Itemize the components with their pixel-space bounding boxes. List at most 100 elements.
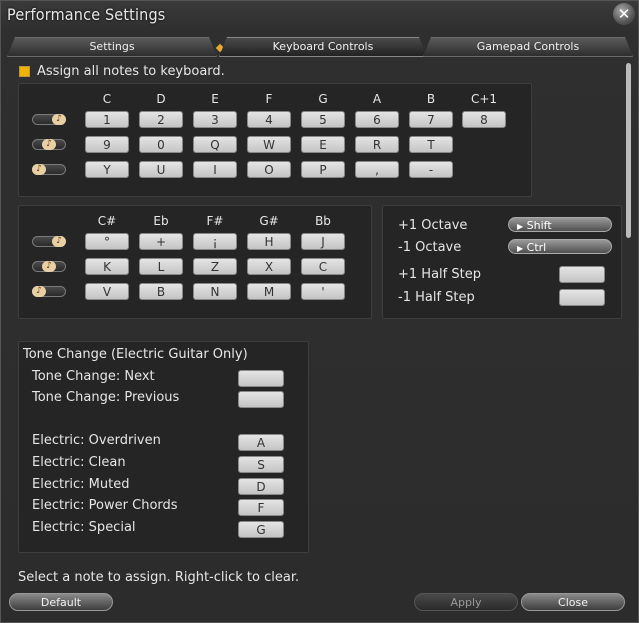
note-key-1-4[interactable]: E — [301, 136, 345, 153]
sharp-key-1-3[interactable]: X — [247, 258, 291, 275]
octave-down-key-button[interactable]: ▶ Ctrl — [508, 239, 612, 254]
note-key-2-0[interactable]: Y — [85, 161, 129, 178]
music-note-icon: ♪ — [52, 114, 66, 125]
tab-bar: Settings Keyboard Controls Gamepad Contr… — [7, 37, 632, 57]
music-note-icon: ♪ — [52, 236, 66, 247]
half-step-down-key[interactable] — [559, 289, 605, 306]
tone-item-label: Electric: Clean — [32, 455, 126, 470]
note-header-4: G — [318, 92, 328, 106]
note-key-2-6[interactable]: - — [409, 161, 453, 178]
sharp-key-1-4[interactable]: C — [301, 258, 345, 275]
tone-change-title: Tone Change (Electric Guitar Only) — [23, 347, 248, 362]
octave-panel: +1 Octave ▶ Shift -1 Octave ▶ Ctrl +1 Ha… — [382, 205, 622, 319]
sharp-key-2-0[interactable]: V — [85, 283, 129, 300]
tone-item-label: Tone Change: Next — [32, 369, 155, 384]
tab-keyboard-controls[interactable]: Keyboard Controls — [219, 37, 427, 57]
tone-item-key[interactable]: S — [238, 456, 284, 473]
note-header-6: B — [426, 92, 436, 106]
window-title: Performance Settings — [7, 5, 166, 24]
triangle-right-icon: ▶ — [517, 222, 524, 231]
note-key-0-7[interactable]: 8 — [462, 111, 506, 128]
note-key-2-4[interactable]: P — [301, 161, 345, 178]
sharp-key-0-2[interactable]: ¡ — [193, 233, 237, 250]
note-key-2-5[interactable]: , — [355, 161, 399, 178]
tone-item-key[interactable]: F — [238, 499, 284, 516]
sharp-header-2: F# — [206, 214, 224, 228]
sharp-key-2-3[interactable]: M — [247, 283, 291, 300]
sharp-header-0: C# — [97, 214, 117, 228]
tone-item-key[interactable]: A — [238, 434, 284, 451]
note-key-1-3[interactable]: W — [247, 136, 291, 153]
sharp-key-0-3[interactable]: H — [247, 233, 291, 250]
music-note-icon: ♪ — [42, 261, 56, 272]
note-key-2-1[interactable]: U — [139, 161, 183, 178]
note-header-0: C — [102, 92, 112, 106]
sharp-key-0-4[interactable]: J — [301, 233, 345, 250]
half-step-up-key[interactable] — [559, 266, 605, 283]
note-key-0-2[interactable]: 3 — [193, 111, 237, 128]
sharp-key-0-0[interactable]: ° — [85, 233, 129, 250]
status-text: Select a note to assign. Right-click to … — [18, 570, 300, 585]
tone-item-key[interactable]: D — [238, 478, 284, 495]
triangle-right-icon: ▶ — [517, 244, 524, 253]
performance-settings-window: Performance Settings ✕ Settings Keyboard… — [0, 0, 639, 623]
sharp-key-0-1[interactable]: + — [139, 233, 183, 250]
octave-indicator-1: ♪ — [32, 261, 66, 272]
note-key-1-1[interactable]: 0 — [139, 136, 183, 153]
octave-indicator-1: ♪ — [32, 139, 66, 150]
assign-all-label: Assign all notes to keyboard. — [37, 64, 225, 79]
sharp-key-1-2[interactable]: Z — [193, 258, 237, 275]
note-key-0-1[interactable]: 2 — [139, 111, 183, 128]
tab-settings[interactable]: Settings — [7, 37, 217, 57]
sharp-key-1-1[interactable]: L — [139, 258, 183, 275]
octave-up-key-button[interactable]: ▶ Shift — [508, 217, 612, 232]
assign-all-checkbox-row[interactable]: Assign all notes to keyboard. — [19, 64, 225, 79]
music-note-icon: ♪ — [42, 139, 56, 150]
sharp-key-1-0[interactable]: K — [85, 258, 129, 275]
assign-all-checkbox[interactable] — [19, 66, 30, 77]
note-key-1-2[interactable]: Q — [193, 136, 237, 153]
note-key-0-5[interactable]: 6 — [355, 111, 399, 128]
note-header-3: F — [265, 92, 273, 106]
close-x-icon[interactable]: ✕ — [613, 3, 635, 25]
note-key-0-4[interactable]: 5 — [301, 111, 345, 128]
octave-indicator-2: ♪ — [32, 286, 66, 297]
octave-indicator-0: ♪ — [32, 236, 66, 247]
half-step-up-label: +1 Half Step — [398, 267, 481, 282]
close-button[interactable]: Close — [521, 593, 625, 611]
default-button[interactable]: Default — [9, 593, 113, 611]
note-key-2-3[interactable]: O — [247, 161, 291, 178]
note-key-0-0[interactable]: 1 — [85, 111, 129, 128]
note-key-2-2[interactable]: I — [193, 161, 237, 178]
octave-indicator-2: ♪ — [32, 164, 66, 175]
natural-notes-panel: C D E F G A B C+1 ♪ 1 2 3 4 5 6 7 8 ♪ 9 0 Q W E R T ♪ Y U I O P, - — [18, 83, 532, 197]
octave-indicator-0: ♪ — [32, 114, 66, 125]
tone-item-label: Electric: Muted — [32, 477, 130, 492]
tone-item-label: Tone Change: Previous — [32, 390, 180, 405]
half-step-down-label: -1 Half Step — [398, 290, 475, 305]
sharp-header-3: G# — [259, 214, 279, 228]
note-header-5: A — [372, 92, 382, 106]
music-note-icon: ♪ — [32, 286, 46, 297]
sharp-key-2-2[interactable]: N — [193, 283, 237, 300]
octave-down-key: Ctrl — [526, 241, 547, 254]
octave-down-label: -1 Octave — [398, 240, 462, 255]
note-key-1-5[interactable]: R — [355, 136, 399, 153]
tone-item-key[interactable] — [238, 391, 284, 408]
tone-item-key[interactable] — [238, 370, 284, 387]
tone-item-label: Electric: Power Chords — [32, 498, 178, 513]
sharp-notes-panel: C# Eb F# G# Bb ♪ ° + ¡ H J ♪ K L Z X C ♪ V B N M ' — [18, 205, 372, 319]
apply-button[interactable]: Apply — [414, 593, 518, 611]
note-key-0-6[interactable]: 7 — [409, 111, 453, 128]
octave-up-label: +1 Octave — [398, 218, 468, 233]
music-note-icon: ♪ — [32, 164, 46, 175]
sharp-key-2-4[interactable]: ' — [301, 283, 345, 300]
note-key-0-3[interactable]: 4 — [247, 111, 291, 128]
tab-gamepad-controls[interactable]: Gamepad Controls — [423, 37, 633, 57]
tone-item-key[interactable]: G — [238, 521, 284, 538]
scrollbar-thumb[interactable] — [626, 63, 631, 238]
note-key-1-6[interactable]: T — [409, 136, 453, 153]
sharp-key-2-1[interactable]: B — [139, 283, 183, 300]
note-key-1-0[interactable]: 9 — [85, 136, 129, 153]
note-header-7: C+1 — [470, 92, 498, 106]
